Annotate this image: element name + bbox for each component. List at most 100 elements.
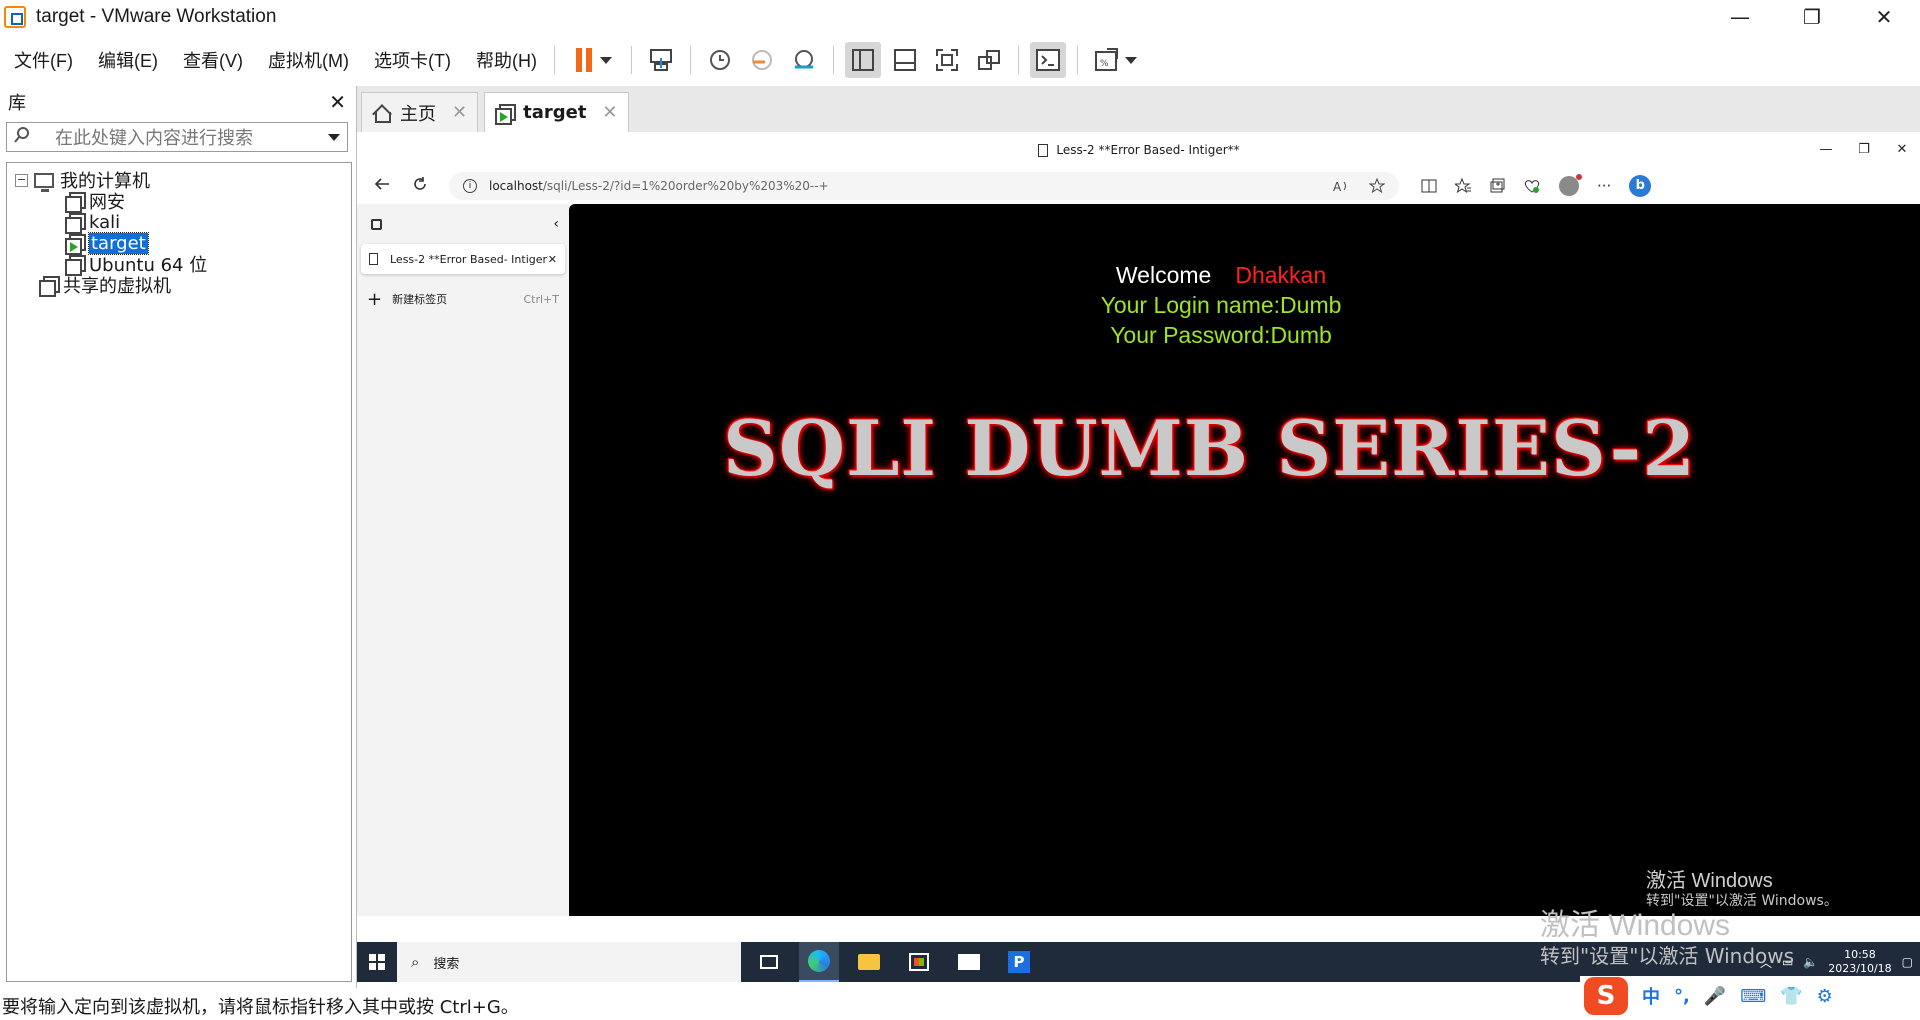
tab-target[interactable]: target ✕: [484, 92, 629, 132]
search-icon: ⌕: [411, 953, 420, 971]
send-ctrl-alt-del-button[interactable]: [643, 42, 679, 78]
unity-button[interactable]: [971, 42, 1007, 78]
login-name-text: Your Login name:Dumb: [1100, 292, 1342, 318]
welcome-text: Welcome: [1115, 262, 1212, 288]
windows-logo-icon: [369, 954, 385, 970]
bing-icon[interactable]: b: [1629, 175, 1652, 197]
close-button[interactable]: ✕: [1848, 0, 1920, 34]
snapshot-revert-button[interactable]: [744, 42, 780, 78]
chevron-down-icon[interactable]: [321, 133, 347, 141]
vm-tab-strip: 主页 ✕ target ✕: [357, 86, 1920, 132]
password-text: Your Password:Dumb: [1110, 322, 1332, 348]
collapse-pane-icon[interactable]: ‹: [553, 216, 559, 232]
minimize-button[interactable]: —: [1704, 0, 1776, 34]
tree-item-label: 共享的虚拟机: [63, 276, 171, 297]
full-screen-button[interactable]: [929, 42, 965, 78]
tab-actions-icon[interactable]: [371, 218, 382, 230]
snapshot-manager-icon: [794, 50, 813, 69]
ime-chinese-mode[interactable]: 中: [1642, 983, 1660, 1009]
status-text: 要将输入定向到该虚拟机，请将鼠标指针移入其中或按 Ctrl+G。: [2, 997, 519, 1018]
more-icon[interactable]: ···: [1597, 177, 1611, 195]
favorite-icon[interactable]: [1369, 178, 1385, 194]
task-view-button[interactable]: [749, 942, 789, 982]
library-search[interactable]: 在此处键入内容进行搜索: [6, 122, 348, 152]
volume-icon[interactable]: 🔈: [1803, 955, 1818, 969]
host-activation-watermark-title: 激活 Windows: [1540, 909, 1731, 942]
library-view-icon: [851, 49, 874, 71]
console-view-button[interactable]: [1029, 42, 1066, 78]
close-icon[interactable]: ✕: [548, 253, 557, 266]
edge-toolbar: ··· b: [1421, 174, 1652, 197]
read-aloud-icon[interactable]: A: [1333, 178, 1349, 194]
edge-taskbar-button[interactable]: [799, 942, 839, 982]
stretch-icon: %: [1094, 48, 1118, 71]
guest-screen[interactable]: Less-2 **Error Based- Intiger** — ❐ ✕ i …: [357, 132, 1920, 988]
window-title: target - VMware Workstation: [36, 6, 277, 27]
browser-essentials-icon[interactable]: [1523, 178, 1541, 194]
collapse-icon[interactable]: −: [15, 173, 28, 187]
restore-button[interactable]: ❐: [1776, 0, 1848, 34]
vm-icon: [65, 192, 86, 213]
store-taskbar-button[interactable]: [899, 942, 939, 982]
collections-icon[interactable]: [1489, 178, 1505, 194]
library-search-input[interactable]: 在此处键入内容进行搜索: [37, 124, 321, 150]
notification-icon[interactable]: ▢: [1902, 955, 1913, 969]
clock[interactable]: 10:58 2023/10/18: [1828, 948, 1891, 976]
shared-vms-icon: [39, 276, 60, 297]
tree-item-shared-vms[interactable]: 共享的虚拟机: [39, 272, 171, 298]
favorites-icon[interactable]: [1455, 178, 1471, 194]
skin-icon[interactable]: 👕: [1780, 986, 1802, 1007]
tab-close-button[interactable]: ✕: [602, 102, 617, 123]
snapshot-take-button[interactable]: [702, 42, 738, 78]
split-screen-icon[interactable]: [1421, 178, 1437, 194]
stretch-guest-button[interactable]: %: [1089, 42, 1141, 78]
new-tab-label: 新建标签页: [392, 293, 448, 306]
explorer-taskbar-button[interactable]: [849, 942, 889, 982]
status-bar: 要将输入定向到该虚拟机，请将鼠标指针移入其中或按 Ctrl+G。: [0, 992, 1580, 1020]
vm-running-icon: [65, 234, 86, 255]
profile-avatar[interactable]: [1559, 174, 1582, 196]
vertical-tab-item[interactable]: Less-2 **Error Based- Intiger** ✕: [361, 244, 565, 274]
ime-punctuation[interactable]: °,: [1674, 986, 1690, 1007]
snapshot-manager-button[interactable]: [786, 42, 822, 78]
ime-settings-icon[interactable]: ⚙: [1817, 986, 1833, 1007]
edge-minimize-button[interactable]: —: [1807, 132, 1845, 168]
store-icon: [909, 953, 929, 971]
start-button[interactable]: [357, 942, 397, 982]
menu-help[interactable]: 帮助(H): [460, 47, 546, 73]
toolbar-separator: [689, 46, 691, 74]
library-close-button[interactable]: ✕: [329, 90, 346, 114]
chevron-down-icon: [599, 56, 612, 64]
vm-icon: [65, 255, 86, 276]
menu-view[interactable]: 查看(V): [167, 47, 252, 73]
unity-icon: [977, 50, 1000, 70]
tab-close-button[interactable]: ✕: [452, 102, 467, 123]
mail-icon: [958, 954, 980, 970]
menu-vm[interactable]: 虚拟机(M): [252, 47, 358, 73]
library-tree: − 我的计算机 网安 kali target Ubuntu 64 位 共享的虚拟…: [6, 162, 352, 982]
refresh-icon[interactable]: [403, 176, 437, 197]
menu-file[interactable]: 文件(F): [0, 47, 82, 73]
keyboard-icon[interactable]: ⌨: [1740, 986, 1766, 1007]
library-header: 库 ✕: [0, 86, 354, 118]
address-bar[interactable]: i localhost/sqli/Less-2/?id=1%20order%20…: [449, 172, 1399, 200]
menu-tabs[interactable]: 选项卡(T): [358, 47, 460, 73]
mail-taskbar-button[interactable]: [949, 942, 989, 982]
terminal-icon: [1035, 49, 1060, 71]
info-icon[interactable]: i: [463, 179, 477, 193]
menu-edit[interactable]: 编辑(E): [82, 47, 167, 73]
thumbnail-bar-button[interactable]: [887, 42, 923, 78]
sogou-ime-logo[interactable]: S: [1584, 977, 1628, 1015]
suspend-button[interactable]: [566, 42, 620, 78]
p-app-taskbar-button[interactable]: P: [999, 942, 1039, 982]
new-tab-button[interactable]: + 新建标签页 Ctrl+T: [357, 282, 569, 316]
back-icon[interactable]: [365, 176, 399, 197]
edge-close-button[interactable]: ✕: [1883, 132, 1920, 168]
taskbar-search[interactable]: ⌕ 搜索: [397, 942, 741, 982]
microphone-icon[interactable]: 🎤: [1704, 986, 1726, 1007]
web-page[interactable]: Welcome Dhakkan Your Login name:Dumb Your…: [569, 204, 1920, 916]
show-library-button[interactable]: [844, 42, 881, 78]
tab-home[interactable]: 主页 ✕: [361, 92, 479, 132]
edge-restore-button[interactable]: ❐: [1845, 132, 1883, 168]
thumbnail-view-icon: [893, 49, 916, 71]
